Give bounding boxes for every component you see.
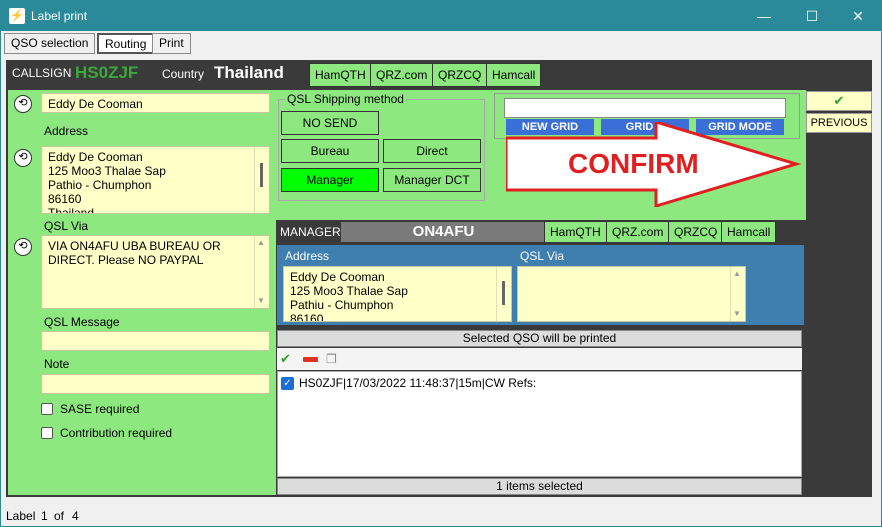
navigation-column: ✔ PREVIOUS [806,90,872,495]
qsl-via-label: QSL Via [44,219,89,233]
manager-panel: Address Eddy De Cooman 125 Moo3 Thalae S… [277,245,804,325]
copy-icon[interactable]: ❐ [326,352,337,366]
manager-hamcall-button[interactable]: Hamcall [721,221,777,243]
confirm-button[interactable]: ✔ [806,91,872,111]
refresh-address-icon[interactable]: ⟲ [14,149,32,167]
shipping-method-title: QSL Shipping method [285,92,406,106]
country-label: Country [162,67,205,81]
maximize-button[interactable]: ☐ [789,1,835,31]
list-item[interactable]: ✓ HS0ZJF|17/03/2022 11:48:37|15m|CW Refs… [281,376,536,392]
qsl-via-field[interactable]: VIA ON4AFU UBA BUREAU OR DIRECT. Please … [41,235,270,309]
address-field[interactable]: Eddy De Cooman 125 Moo3 Thalae Sap Pathi… [41,146,270,214]
contact-panel: ⟲ Eddy De Cooman Address ⟲ Eddy De Cooma… [8,90,276,495]
status-total: 4 [72,509,79,523]
qsl-message-field[interactable] [41,331,270,351]
address-label: Address [44,124,89,138]
tab-routing[interactable]: Routing [97,33,155,54]
minimize-button[interactable]: — [741,1,787,31]
selected-qso-header: Selected QSO will be printed [277,330,802,347]
name-field[interactable]: Eddy De Cooman [41,93,270,113]
qso-toolbar: ✔ ❐ [277,348,802,370]
manager-qsl-via-field[interactable] [517,266,746,322]
grid-display [504,98,786,118]
tab-print[interactable]: Print [152,33,191,54]
uncheck-all-icon[interactable] [303,357,318,362]
status-current: 1 [41,509,48,523]
status-of: of [54,509,65,523]
callsign-value: HS0ZJF [75,63,139,82]
manager-callsign: ON4AFU [341,222,546,242]
manager-qsl-via-scrollbar[interactable]: ▲ ▼ [730,267,744,321]
confirm-text: CONFIRM [568,148,699,179]
status-bar: Label 1 of 4 [1,506,881,526]
manager-qrz-button[interactable]: QRZ.com [606,221,670,243]
manager-address-label: Address [285,249,330,263]
app-icon: ⚡ [9,8,25,24]
contribution-label: Contribution required [60,426,173,440]
manager-dct-button[interactable]: Manager DCT [383,168,481,192]
hamcall-button[interactable]: Hamcall [486,63,542,87]
manager-address-field[interactable]: Eddy De Cooman 125 Moo3 Thalae Sap Pathi… [283,266,512,322]
qso-item-text: HS0ZJF|17/03/2022 11:48:37|15m|CW Refs: [299,376,537,390]
previous-button[interactable]: PREVIOUS [806,113,872,133]
direct-button[interactable]: Direct [383,139,481,163]
manager-button[interactable]: Manager [281,168,379,192]
no-send-button[interactable]: NO SEND [281,111,379,135]
sase-checkbox[interactable] [41,403,53,415]
hamqth-button[interactable]: HamQTH [309,63,372,87]
contribution-checkbox[interactable] [41,427,53,439]
manager-header: MANAGER ON4AFU HamQTH QRZ.com QRZCQ Hamc… [277,220,804,244]
manager-qsl-via-label: QSL Via [520,249,565,263]
status-label: Label [6,509,36,523]
qso-checkbox[interactable]: ✓ [281,377,294,390]
qrz-button[interactable]: QRZ.com [370,63,434,87]
items-selected-footer: 1 items selected [277,478,802,495]
tab-bar: QSO selection Routing Print [1,31,881,57]
qrzcq-button[interactable]: QRZCQ [432,63,488,87]
confirm-arrow-annotation: CONFIRM [506,122,801,207]
manager-address-scrollbar[interactable] [496,267,510,321]
manager-hamqth-button[interactable]: HamQTH [544,221,607,243]
refresh-name-icon[interactable]: ⟲ [14,95,32,113]
manager-qrzcq-button[interactable]: QRZCQ [668,221,724,243]
sase-label: SASE required [60,402,140,416]
address-scrollbar[interactable] [254,147,268,213]
window-title: Label print [31,9,88,23]
bureau-button[interactable]: Bureau [281,139,379,163]
tab-qso-selection[interactable]: QSO selection [4,33,96,54]
manager-label: MANAGER [280,225,341,239]
country-value: Thailand [214,63,284,82]
title-bar: ⚡ Label print — ☐ ✕ [1,1,881,31]
qso-list: ✓ HS0ZJF|17/03/2022 11:48:37|15m|CW Refs… [277,371,802,477]
qsl-message-label: QSL Message [44,315,120,329]
note-field[interactable] [41,374,270,394]
label-print-window: ⚡ Label print — ☐ ✕ QSO selection Routin… [0,0,882,527]
close-button[interactable]: ✕ [835,1,881,31]
refresh-qsl-via-icon[interactable]: ⟲ [14,238,32,256]
qsl-via-scrollbar[interactable]: ▲ ▼ [254,236,268,308]
check-all-icon[interactable]: ✔ [280,352,291,366]
note-label: Note [44,357,70,371]
routing-panel: CALLSIGN HS0ZJF Country Thailand HamQTH … [6,60,872,497]
callsign-label: CALLSIGN [12,66,72,80]
